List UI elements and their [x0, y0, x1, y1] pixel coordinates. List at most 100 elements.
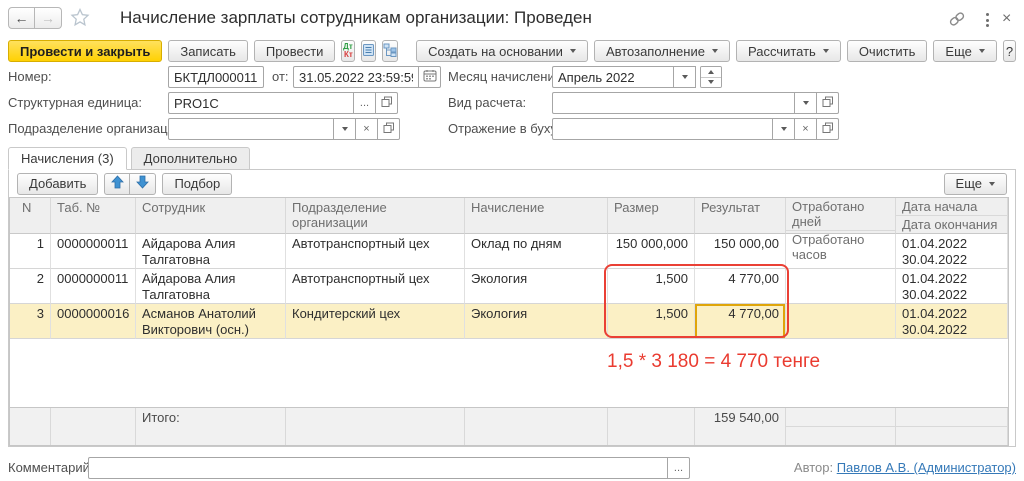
- department-dropdown-button[interactable]: [334, 118, 356, 140]
- col-header-n: N: [10, 198, 51, 234]
- open-icon: [822, 96, 834, 111]
- cell-department[interactable]: Автотранспортный цех: [286, 269, 465, 304]
- tab-accruals[interactable]: Начисления (3): [8, 147, 127, 170]
- author-link[interactable]: Павлов А.В. (Администратор): [837, 460, 1016, 475]
- back-button[interactable]: ←: [8, 7, 35, 29]
- calculate-button[interactable]: Рассчитать: [736, 40, 841, 62]
- structural-unit-input[interactable]: [168, 92, 354, 114]
- accounting-reflection-clear-button[interactable]: ×: [795, 118, 817, 140]
- cell-dates[interactable]: 01.04.2022 30.04.2022: [896, 234, 1008, 269]
- cell-worked[interactable]: [786, 304, 896, 339]
- move-row-down-button[interactable]: [130, 173, 156, 195]
- date-input[interactable]: [293, 66, 419, 88]
- calc-type-label: Вид расчета:: [448, 92, 526, 114]
- accounting-reflection-dropdown-button[interactable]: [773, 118, 795, 140]
- cell-department[interactable]: Кондитерский цех: [286, 304, 465, 339]
- selected-cell-result[interactable]: 4 770,00: [695, 304, 786, 339]
- cell-n[interactable]: 2: [10, 269, 51, 304]
- add-row-button[interactable]: Добавить: [17, 173, 98, 195]
- arrow-down-icon: [136, 175, 149, 192]
- accounting-reflection-open-button[interactable]: [817, 118, 839, 140]
- cell-result[interactable]: 4 770,00: [695, 269, 786, 304]
- clear-button[interactable]: Очистить: [847, 40, 928, 62]
- document-window: ← → Начисление зарплаты сотрудникам орга…: [0, 0, 1024, 481]
- table-row[interactable]: 2 0000000011 Айдарова Алия Талгатовна Ав…: [10, 269, 1008, 304]
- structural-unit-open-button[interactable]: [376, 92, 398, 114]
- move-row-up-button[interactable]: [104, 173, 130, 195]
- cell-dates[interactable]: 01.04.2022 30.04.2022: [896, 304, 1008, 339]
- department-clear-button[interactable]: ×: [356, 118, 378, 140]
- document-structure-button[interactable]: [382, 40, 398, 62]
- chevron-down-icon: [979, 49, 985, 53]
- col-header-employee: Сотрудник: [136, 198, 286, 234]
- cell-n[interactable]: 3: [10, 304, 51, 339]
- arrow-up-icon: [111, 175, 124, 192]
- accrual-month-dropdown-button[interactable]: [674, 66, 696, 88]
- col-header-accrual: Начисление: [465, 198, 608, 234]
- command-bar: Провести и закрыть Записать Провести ДтК…: [0, 38, 1024, 64]
- cell-worked[interactable]: [786, 269, 896, 304]
- create-based-on-button[interactable]: Создать на основании: [416, 40, 588, 62]
- col-header-result: Результат: [695, 198, 786, 234]
- calc-type-input[interactable]: [552, 92, 795, 114]
- structural-unit-label: Структурная единица:: [8, 92, 142, 114]
- forward-button[interactable]: →: [35, 7, 62, 29]
- cell-result[interactable]: 150 000,00: [695, 234, 786, 269]
- favorite-star-icon[interactable]: [70, 8, 90, 30]
- stepper-down-button[interactable]: [701, 78, 721, 88]
- accrual-month-stepper[interactable]: [700, 66, 722, 88]
- close-icon[interactable]: ×: [1002, 12, 1011, 26]
- col-header-dates: Дата начала Дата окончания: [896, 198, 1008, 234]
- cell-employee[interactable]: Айдарова Алия Талгатовна: [136, 234, 286, 269]
- accruals-panel: Добавить Подбор Еще N Таб. № Сотрудник П…: [8, 169, 1016, 447]
- document-list-button[interactable]: [361, 40, 376, 62]
- pick-button[interactable]: Подбор: [162, 173, 232, 195]
- cell-size[interactable]: 1,500: [608, 304, 695, 339]
- cell-size[interactable]: 1,500: [608, 269, 695, 304]
- cell-tab-no[interactable]: 0000000011: [51, 234, 136, 269]
- cell-worked[interactable]: [786, 234, 896, 269]
- post-button[interactable]: Провести: [254, 40, 336, 62]
- write-button[interactable]: Записать: [168, 40, 248, 62]
- cell-accrual[interactable]: Оклад по дням: [465, 234, 608, 269]
- comment-input[interactable]: [88, 457, 668, 479]
- cell-accrual[interactable]: Экология: [465, 269, 608, 304]
- accrual-month-input[interactable]: [552, 66, 674, 88]
- more-button[interactable]: Еще: [933, 40, 996, 62]
- help-button[interactable]: ?: [1003, 40, 1016, 62]
- open-icon: [381, 96, 393, 111]
- comment-more-button[interactable]: ...: [668, 457, 690, 479]
- table-row-current[interactable]: 3 0000000016 Асманов Анатолий Викторович…: [10, 304, 1008, 339]
- cell-size[interactable]: 150 000,000: [608, 234, 695, 269]
- totals-result: 159 540,00: [695, 408, 786, 445]
- calc-type-open-button[interactable]: [817, 92, 839, 114]
- col-header-size: Размер: [608, 198, 695, 234]
- department-input[interactable]: [168, 118, 334, 140]
- tab-additional[interactable]: Дополнительно: [131, 147, 251, 170]
- get-link-icon[interactable]: [948, 11, 966, 30]
- totals-label: Итого:: [136, 408, 286, 445]
- cell-accrual[interactable]: Экология: [465, 304, 608, 339]
- cell-employee[interactable]: Айдарова Алия Талгатовна: [136, 269, 286, 304]
- move-row-buttons: [104, 173, 156, 195]
- department-open-button[interactable]: [378, 118, 400, 140]
- post-and-close-button[interactable]: Провести и закрыть: [8, 40, 162, 62]
- cell-tab-no[interactable]: 0000000016: [51, 304, 136, 339]
- accounting-reflection-input[interactable]: [552, 118, 773, 140]
- more-menu-icon[interactable]: [982, 12, 993, 28]
- dtkt-postings-button[interactable]: ДтКт: [341, 40, 354, 62]
- number-input[interactable]: [168, 66, 264, 88]
- cell-department[interactable]: Автотранспортный цех: [286, 234, 465, 269]
- table-more-button[interactable]: Еще: [944, 173, 1007, 195]
- stepper-up-button[interactable]: [701, 67, 721, 78]
- calendar-button[interactable]: [419, 66, 441, 88]
- calc-type-dropdown-button[interactable]: [795, 92, 817, 114]
- autofill-button[interactable]: Автозаполнение: [594, 40, 730, 62]
- cell-dates[interactable]: 01.04.2022 30.04.2022: [896, 269, 1008, 304]
- cell-employee[interactable]: Асманов Анатолий Викторович (осн.): [136, 304, 286, 339]
- totals-row: Итого: 159 540,00: [10, 407, 1008, 445]
- cell-n[interactable]: 1: [10, 234, 51, 269]
- table-row[interactable]: 1 0000000011 Айдарова Алия Талгатовна Ав…: [10, 234, 1008, 269]
- cell-tab-no[interactable]: 0000000011: [51, 269, 136, 304]
- structural-unit-choose-button[interactable]: ...: [354, 92, 376, 114]
